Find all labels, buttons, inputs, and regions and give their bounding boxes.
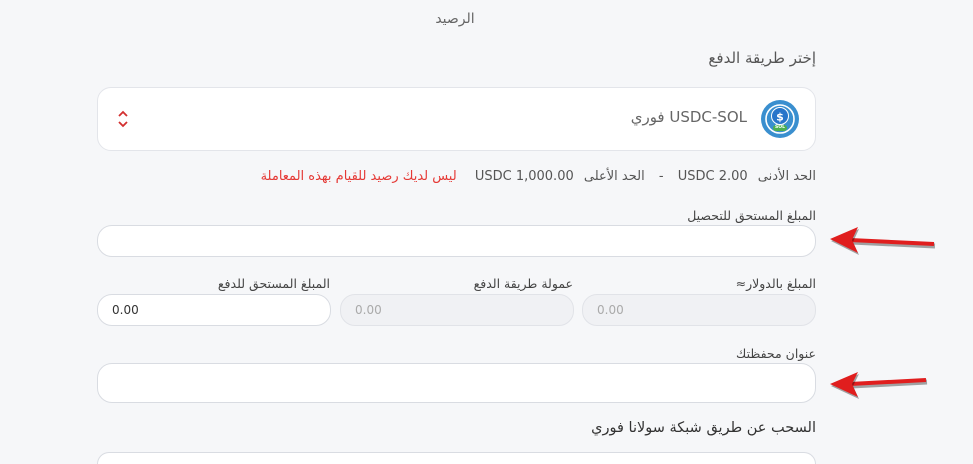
pointer-arrow-icon (822, 366, 938, 408)
balance-label: الرصيد (435, 11, 475, 27)
payable-label: المبلغ المستحق للدفع (217, 276, 330, 291)
usdc-sol-coin-icon: $ SOL (761, 100, 799, 138)
usd-amount-input: 0.00 (582, 294, 816, 326)
limits-line: الحد الأدنى 2.00 USDC - الحد الأعلى 1,00… (261, 169, 816, 184)
coin-badge-text: SOL (775, 125, 785, 130)
wallet-label: عنوان محفظتك (736, 346, 816, 361)
payable-input[interactable]: 0.00 (97, 294, 331, 326)
pointer-arrow-icon (822, 222, 938, 264)
wallet-address-input[interactable] (97, 363, 816, 403)
payment-method-title: إختر طريقة الدفع (708, 49, 816, 67)
selected-payment-method: USDC-SOL فوري (630, 108, 747, 126)
max-value: 1,000.00 USDC (474, 169, 574, 184)
limits-separator: - (658, 169, 664, 184)
max-label: الحد الأعلى (583, 169, 645, 184)
error-message: ليس لديك رصيد للقيام بهذه المعاملة (260, 169, 457, 184)
fee-label: عمولة طريقة الدفع (473, 276, 573, 291)
next-field-box[interactable] (97, 452, 816, 464)
fee-input: 0.00 (340, 294, 574, 326)
min-label: الحد الأدنى (757, 169, 816, 184)
withdraw-note: السحب عن طريق شبكة سولانا فوري (591, 420, 816, 436)
usd-amount-label: المبلغ بالدولار≈ (735, 276, 816, 291)
select-chevrons-icon (116, 108, 130, 130)
amount-due-input[interactable] (97, 225, 816, 257)
min-value: 2.00 USDC (677, 169, 748, 184)
payment-method-select[interactable]: $ SOL USDC-SOL فوري (97, 87, 816, 151)
svg-text:$: $ (776, 111, 784, 124)
amount-due-label: المبلغ المستحق للتحصيل (687, 208, 816, 223)
